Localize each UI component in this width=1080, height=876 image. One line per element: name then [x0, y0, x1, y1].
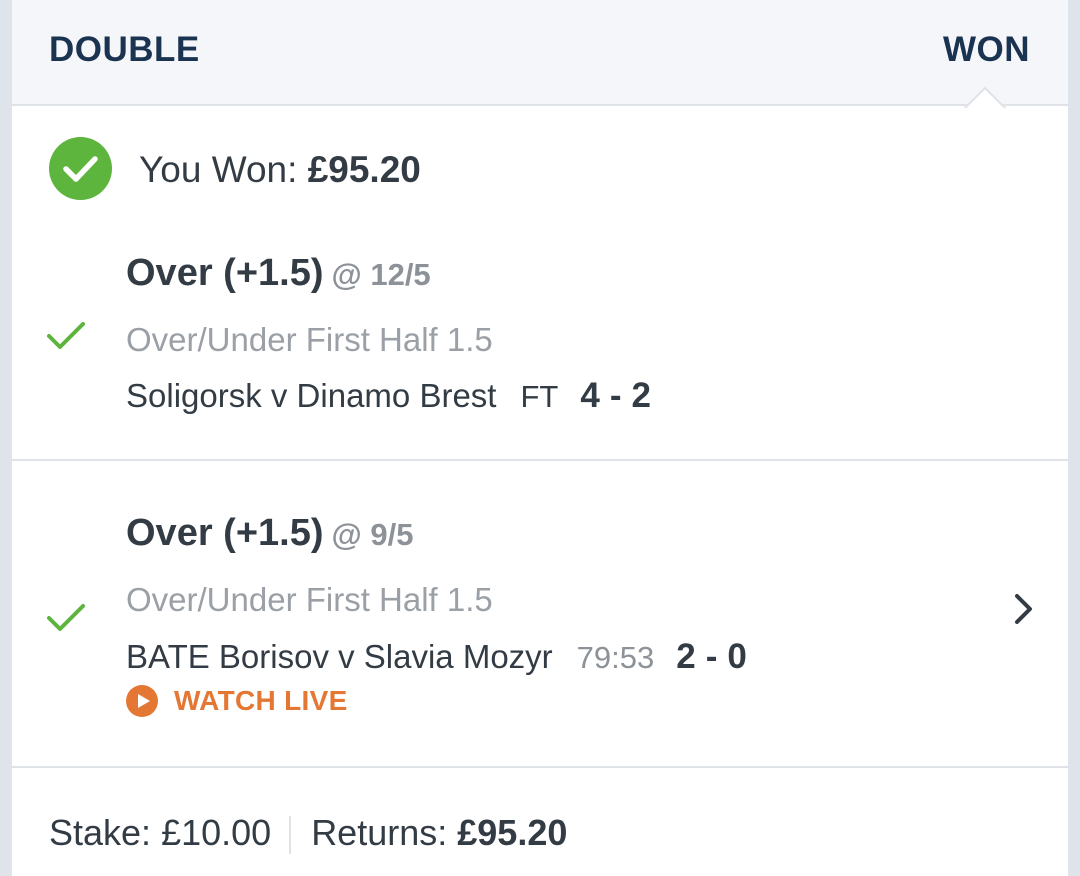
- event-name: BATE Borisov v Slavia Mozyr: [126, 638, 553, 675]
- selection-name: Over (+1.5): [126, 512, 324, 554]
- leg-event-row: Soligorsk v Dinamo Brest FT 4-2: [126, 376, 651, 416]
- score-home: 4: [580, 376, 600, 415]
- leg-market: Over/Under First Half 1.5: [126, 321, 493, 358]
- check-circle-icon: [49, 137, 112, 200]
- match-score: 2-0: [676, 637, 747, 676]
- stake-label: Stake:: [49, 812, 152, 853]
- won-label: You Won:: [139, 149, 298, 190]
- play-circle-icon: [126, 685, 158, 717]
- score-away: 2: [631, 376, 651, 415]
- match-clock: FT: [520, 379, 559, 414]
- returns-label: Returns:: [311, 812, 448, 853]
- leg-market: Over/Under First Half 1.5: [126, 581, 493, 618]
- won-amount: £95.20: [307, 149, 421, 190]
- leg-divider: [12, 459, 1068, 461]
- match-score: 4-2: [580, 376, 651, 415]
- bet-leg: Over (+1.5) @ 12/5 Over/Under First Half …: [12, 240, 1068, 460]
- selection-name: Over (+1.5): [126, 252, 324, 294]
- bet-leg[interactable]: Over (+1.5) @ 9/5 Over/Under First Half 1…: [12, 500, 1068, 766]
- bet-card: DOUBLE WON You Won: £95.20 Over (+1.5) @ …: [12, 0, 1068, 876]
- header-notch: [960, 82, 1008, 108]
- score-home: 2: [676, 637, 696, 676]
- check-icon: [47, 322, 85, 349]
- check-icon: [47, 604, 85, 631]
- returns-value: £95.20: [457, 812, 568, 853]
- score-separator: -: [705, 637, 718, 676]
- selection-odds: @ 12/5: [331, 257, 431, 292]
- leg-selection: Over (+1.5) @ 9/5: [126, 512, 413, 555]
- selection-odds: @ 9/5: [331, 517, 414, 552]
- stake-value: £10.00: [161, 812, 272, 853]
- leg-event-row: BATE Borisov v Slavia Mozyr 79:53 2-0: [126, 637, 747, 677]
- watch-live-label: WATCH LIVE: [174, 685, 348, 716]
- score-away: 0: [727, 637, 747, 676]
- footer-separator: [289, 816, 292, 855]
- bet-type: DOUBLE: [49, 30, 200, 69]
- chevron-right-icon[interactable]: [1012, 592, 1036, 626]
- match-clock: 79:53: [576, 640, 655, 675]
- footer-divider: [12, 766, 1068, 768]
- bet-header[interactable]: DOUBLE WON: [12, 0, 1068, 106]
- leg-selection: Over (+1.5) @ 12/5: [126, 252, 431, 295]
- event-name: Soligorsk v Dinamo Brest: [126, 377, 497, 414]
- bet-status: WON: [942, 30, 1030, 69]
- bet-footer: Stake: £10.00 Returns: £95.20: [49, 812, 568, 855]
- score-separator: -: [609, 376, 622, 415]
- won-text: You Won: £95.20: [139, 149, 421, 191]
